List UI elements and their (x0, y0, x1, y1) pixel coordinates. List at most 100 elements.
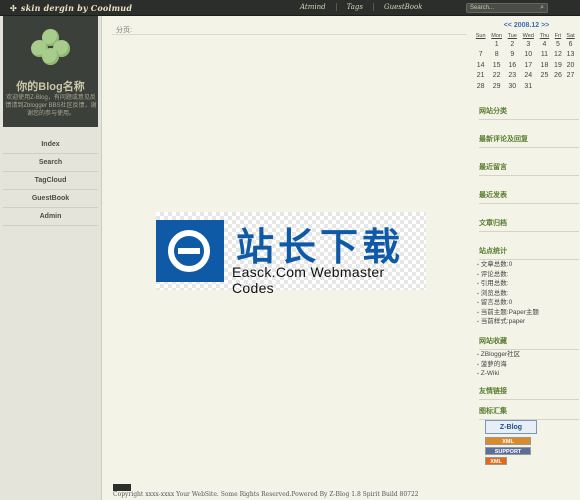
favorite-link[interactable]: 菠萝的海 (477, 360, 577, 370)
calendar-day[interactable]: 21 (473, 71, 488, 82)
sidebar-item-admin[interactable]: Admin (3, 208, 98, 226)
calendar-weekday: Sun (475, 32, 486, 39)
calendar-day (564, 81, 577, 92)
section-comments: 最新评论及回复 (479, 134, 579, 148)
calendar-day[interactable]: 18 (537, 60, 552, 71)
search-placeholder: Search... (470, 5, 495, 11)
stats-list: 文章总数:0 评论总数: 引用总数: 浏览总数: 留言总数:0 当前主题:Pap… (477, 260, 577, 327)
stat-item: 引用总数: (477, 279, 577, 289)
section-stats: 站点统计 (479, 246, 579, 260)
calendar-day[interactable]: 25 (537, 71, 552, 82)
calendar-weekday: Thu (539, 32, 550, 39)
brand-label: skin dergin by Coolmud (20, 3, 133, 13)
sidebar-item-index[interactable]: Index (3, 136, 98, 154)
calendar-day[interactable]: 10 (520, 50, 538, 61)
stat-item: 浏览总数: (477, 289, 577, 299)
calendar-day[interactable]: 11 (537, 50, 552, 61)
xml-badge[interactable]: XML (485, 457, 507, 465)
calendar-day[interactable]: 3 (520, 39, 538, 50)
top-bar: ✣ skin dergin by Coolmud Atmind Tags GuestB… (0, 0, 580, 16)
zblog-badge[interactable]: Z-Blog (485, 420, 537, 434)
calendar-day[interactable]: 26 (552, 71, 564, 82)
support-badge[interactable]: SUPPORT (485, 447, 531, 455)
calendar-day[interactable]: 2 (505, 39, 520, 50)
brand-star-icon: ✣ (10, 3, 17, 13)
calendar-day[interactable]: 28 (473, 81, 488, 92)
calendar-day[interactable]: 14 (473, 60, 488, 71)
sidebar-item-tagcloud[interactable]: TagCloud (3, 172, 98, 190)
brand-text: ✣ skin dergin by Coolmud (10, 3, 132, 13)
section-badges: 图标汇集 (479, 406, 579, 420)
calendar-day[interactable]: 17 (520, 60, 538, 71)
stat-item: 当前主题:Paper主题 (477, 308, 577, 318)
sidebar-item-guestbook[interactable]: GuestBook (3, 190, 98, 208)
search-icon[interactable]: ⌕ (540, 4, 544, 12)
calendar-day[interactable]: 16 (505, 60, 520, 71)
calendar-grid: Sun Mon Tue Wed Thu Fri Sat 1 2 3 4 5 6 7 8 9 10 11 12 13 1… (473, 32, 577, 92)
divider (112, 34, 467, 35)
watermark-image: 站长下载 Easck.Com Webmaster Codes (156, 212, 426, 296)
calendar-day[interactable]: 31 (520, 81, 538, 92)
top-nav-tags[interactable]: Tags (335, 3, 373, 11)
calendar-day[interactable]: 23 (505, 71, 520, 82)
calendar-day[interactable]: 29 (488, 81, 505, 92)
top-nav-guestbook[interactable]: GuestBook (373, 3, 432, 11)
calendar-day[interactable]: 5 (552, 39, 564, 50)
section-archives: 文章归档 (479, 218, 579, 232)
favorite-link[interactable]: ZBlogger社区 (477, 350, 577, 360)
top-nav-admin[interactable]: Atmind (290, 3, 336, 11)
sidebar-nav: Index Search TagCloud GuestBook Admin (3, 136, 98, 226)
favorites-list: ZBlogger社区 菠萝的海 Z-Wiki (477, 350, 577, 379)
calendar-day[interactable]: 6 (564, 39, 577, 50)
calendar-day[interactable]: 15 (488, 60, 505, 71)
calendar-weekday: Tue (507, 32, 517, 39)
calendar-day[interactable]: 1 (488, 39, 505, 50)
favorite-link[interactable]: Z-Wiki (477, 369, 577, 379)
sidebar-item-search[interactable]: Search (3, 154, 98, 172)
watermark-title: 站长下载 (236, 227, 405, 269)
copyright-text: Copyright xxxx-xxxx Your WebSite. Some R… (113, 491, 419, 498)
calendar-day[interactable]: 4 (537, 39, 552, 50)
calendar-day[interactable]: 27 (564, 71, 577, 82)
clover-logo-icon (31, 29, 71, 65)
calendar-weekday: Fri (554, 32, 562, 39)
stat-item: 评论总数: (477, 270, 577, 280)
stat-item: 留言总数:0 (477, 298, 577, 308)
site-logo-box: 你的Blog名称 欢迎使用Z-Blog，有问题或意见反馈请到Zblogger B… (3, 16, 98, 127)
calendar-day[interactable]: 8 (488, 50, 505, 61)
calendar-day[interactable]: 24 (520, 71, 538, 82)
section-guestbook: 最近留言 (479, 162, 579, 176)
site-title[interactable]: 你的Blog名称 (3, 78, 98, 94)
rss-xml-badge[interactable]: XML (485, 437, 531, 445)
calendar-day (537, 81, 552, 92)
calendar-day (552, 81, 564, 92)
left-sidebar: 你的Blog名称 欢迎使用Z-Blog，有问题或意见反馈请到Zblogger B… (0, 16, 102, 500)
site-description: 欢迎使用Z-Blog，有问题或意见反馈请到Zblogger BBS社区反馈，谢谢… (5, 95, 97, 117)
calendar-weekday: Mon (491, 32, 502, 39)
section-favorites: 网站收藏 (479, 336, 579, 350)
calendar-day[interactable]: 19 (552, 60, 564, 71)
stat-item: 文章总数:0 (477, 260, 577, 270)
main-content: 分页: 站长下载 Easck.Com Webmaster Codes (112, 22, 467, 492)
calendar-day[interactable]: 9 (505, 50, 520, 61)
calendar-day[interactable]: 20 (564, 60, 577, 71)
calendar-day[interactable]: 30 (505, 81, 520, 92)
watermark-logo-icon (156, 220, 224, 282)
calendar-day[interactable]: 12 (552, 50, 564, 61)
footer-marker (113, 484, 131, 491)
calendar-weekday: Wed (522, 32, 534, 39)
section-links: 友情链接 (479, 386, 579, 400)
right-sidebar: << 2008.12 >> Sun Mon Tue Wed Thu Fri Sat 1234… (473, 22, 580, 92)
calendar-day (473, 39, 488, 50)
calendar-day[interactable]: 13 (564, 50, 577, 61)
calendar-day[interactable]: 22 (488, 71, 505, 82)
top-nav: Atmind Tags GuestBook (290, 3, 432, 11)
stat-item: 当前样式:paper (477, 317, 577, 327)
watermark-subtitle: Easck.Com Webmaster Codes (232, 264, 385, 296)
calendar: << 2008.12 >> Sun Mon Tue Wed Thu Fri Sat 1234… (473, 22, 580, 92)
calendar-weekday: Sat (566, 32, 575, 39)
calendar-header[interactable]: << 2008.12 >> (473, 22, 580, 29)
calendar-day[interactable]: 7 (473, 50, 488, 61)
section-recent-posts: 最近发表 (479, 190, 579, 204)
search-input[interactable]: Search... ⌕ (466, 3, 548, 13)
